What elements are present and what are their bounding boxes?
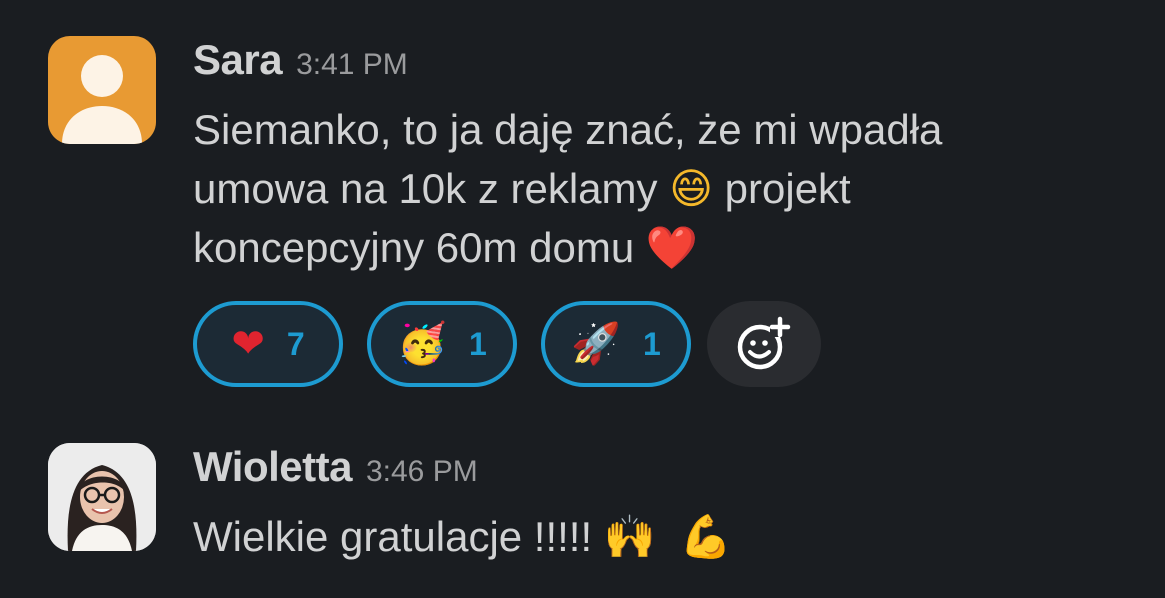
- partying-face-icon: 🥳: [397, 321, 447, 367]
- reaction-count: 1: [643, 325, 661, 362]
- reaction-count: 7: [286, 325, 305, 362]
- message-header: Wioletta 3:46 PM: [193, 443, 1145, 503]
- message-content: Wioletta 3:46 PM Wielkie gratulacje !!!!…: [193, 443, 1145, 566]
- message-line: koncepcyjny 60m domu: [193, 224, 646, 271]
- message-line: Siemanko, to ja daję znać, że mi wpadła: [193, 106, 943, 153]
- message-line: projekt: [713, 165, 851, 212]
- author-name[interactable]: Wioletta: [193, 443, 352, 491]
- reaction-partying-face[interactable]: 🥳 1: [367, 301, 517, 387]
- message-text: Siemanko, to ja daję znać, że mi wpadła …: [193, 100, 1093, 277]
- grinning-face-emoji: 😄: [669, 164, 713, 213]
- message-content: Sara 3:41 PM Siemanko, to ja daję znać, …: [193, 36, 1145, 387]
- message-line: umowa na 10k z reklamy: [193, 165, 670, 212]
- message-header: Sara 3:41 PM: [193, 36, 1145, 96]
- message-text: Wielkie gratulacje !!!!! 🙌 💪: [193, 507, 1093, 566]
- heart-icon: ❤: [231, 321, 265, 367]
- reaction-count: 1: [469, 325, 487, 362]
- rocket-icon: 🚀: [571, 321, 621, 367]
- heart-emoji: ❤️: [645, 223, 699, 272]
- raising-hands-emoji: 🙌: [603, 512, 657, 561]
- add-reaction-button[interactable]: [707, 301, 821, 387]
- author-name[interactable]: Sara: [193, 36, 283, 84]
- person-silhouette-icon: [62, 55, 142, 144]
- message-line: Wielkie gratulacje !!!!!: [193, 513, 604, 560]
- reaction-heart[interactable]: ❤ 7: [193, 301, 343, 387]
- timestamp[interactable]: 3:41 PM: [296, 48, 408, 82]
- flexed-biceps-emoji: 💪: [679, 512, 732, 561]
- avatar-sara[interactable]: [48, 36, 156, 144]
- add-emoji-icon: [737, 316, 791, 370]
- avatar-wioletta[interactable]: [48, 443, 156, 551]
- profile-photo: [48, 443, 156, 551]
- reaction-rocket[interactable]: 🚀 1: [541, 301, 691, 387]
- timestamp[interactable]: 3:46 PM: [366, 455, 478, 489]
- reactions-bar: ❤ 7 🥳 1 🚀 1: [193, 301, 1145, 387]
